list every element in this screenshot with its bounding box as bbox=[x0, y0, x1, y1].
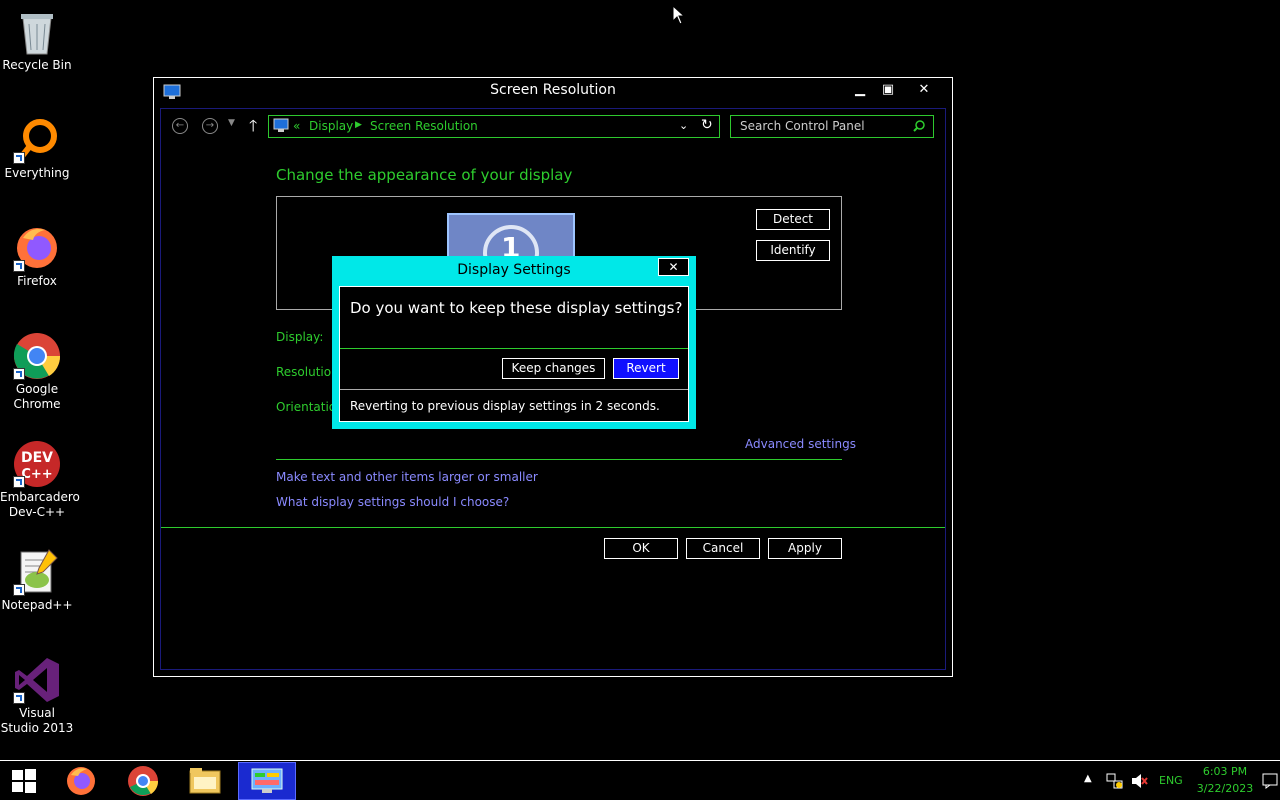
divider bbox=[276, 459, 842, 460]
desktop-icon-visual-studio[interactable]: Visual Studio 2013 bbox=[0, 656, 74, 736]
taskbar: ▲ ENG 6:03 PM 3/22/2023 bbox=[0, 760, 1280, 800]
shortcut-arrow-icon bbox=[13, 476, 25, 488]
desktop-icon-label: Firefox bbox=[17, 274, 57, 288]
revert-button[interactable]: Revert bbox=[613, 358, 679, 379]
breadcrumb-separator: « bbox=[293, 119, 301, 133]
file-explorer-icon bbox=[189, 768, 221, 794]
display-settings-dialog: Display Settings ✕ Do you want to keep t… bbox=[332, 256, 696, 429]
shortcut-arrow-icon bbox=[13, 692, 25, 704]
dialog-question: Do you want to keep these display settin… bbox=[350, 299, 683, 317]
desktop-icon-firefox[interactable]: Firefox bbox=[0, 224, 74, 289]
minimize-button[interactable]: ▁ bbox=[848, 80, 872, 100]
dialog-divider-bottom bbox=[340, 389, 688, 390]
identify-button[interactable]: Identify bbox=[756, 240, 830, 261]
start-button[interactable] bbox=[0, 761, 48, 800]
apply-button[interactable]: Apply bbox=[768, 538, 842, 559]
cancel-button[interactable]: Cancel bbox=[686, 538, 760, 559]
taskbar-control-panel[interactable] bbox=[238, 762, 296, 800]
close-button[interactable]: ✕ bbox=[912, 80, 936, 100]
desktop-icon-label: Everything bbox=[4, 166, 70, 180]
resolution-label: Resolution bbox=[276, 365, 339, 379]
control-panel-icon bbox=[251, 768, 283, 793]
dialog-divider bbox=[340, 348, 688, 349]
desktop-icon-chrome[interactable]: Google Chrome bbox=[0, 332, 74, 412]
desktop-icon-label: Visual Studio 2013 bbox=[0, 706, 74, 735]
everything-icon bbox=[13, 116, 61, 164]
taskbar-file-explorer[interactable] bbox=[176, 762, 234, 800]
maximize-button[interactable]: ▣ bbox=[876, 80, 900, 100]
firefox-icon bbox=[67, 767, 95, 795]
taskbar-firefox[interactable] bbox=[52, 762, 110, 800]
chrome-icon bbox=[128, 766, 159, 796]
desktop-icon-label: Embarcadero Dev-C++ bbox=[0, 490, 80, 519]
search-box[interactable]: Search Control Panel bbox=[730, 115, 934, 138]
shortcut-arrow-icon bbox=[13, 260, 25, 272]
ok-button[interactable]: OK bbox=[604, 538, 678, 559]
desktop-icon-devcpp[interactable]: DEV C++ Embarcadero Dev-C++ bbox=[0, 440, 80, 520]
svg-text:DEV: DEV bbox=[21, 450, 53, 466]
svg-text:C++: C++ bbox=[21, 467, 52, 482]
footer-divider bbox=[161, 527, 945, 528]
show-hidden-icons-button[interactable]: ▲ bbox=[1084, 773, 1092, 784]
dialog-body: Do you want to keep these display settin… bbox=[339, 286, 689, 422]
which-settings-link[interactable]: What display settings should I choose? bbox=[276, 495, 509, 509]
clock-time[interactable]: 6:03 PM bbox=[1195, 765, 1255, 778]
desktop-icon-label: Google Chrome bbox=[13, 382, 61, 411]
text-size-link[interactable]: Make text and other items larger or smal… bbox=[276, 470, 538, 484]
search-icon[interactable] bbox=[913, 120, 925, 132]
display-label: Display: bbox=[276, 330, 324, 344]
taskbar-chrome[interactable] bbox=[114, 762, 172, 800]
control-panel-icon bbox=[273, 118, 289, 132]
notifications-icon[interactable] bbox=[1262, 773, 1278, 789]
breadcrumb-screen-resolution[interactable]: Screen Resolution bbox=[370, 119, 478, 133]
shortcut-arrow-icon bbox=[13, 368, 25, 380]
devcpp-icon: DEV C++ bbox=[13, 440, 61, 488]
recent-pages-chevron-icon[interactable]: ▼ bbox=[228, 118, 235, 128]
keep-changes-button[interactable]: Keep changes bbox=[502, 358, 605, 379]
recycle-bin-icon bbox=[13, 8, 61, 56]
page-heading: Change the appearance of your display bbox=[276, 166, 573, 184]
network-icon[interactable] bbox=[1106, 772, 1124, 790]
advanced-settings-link[interactable]: Advanced settings bbox=[745, 437, 856, 451]
breadcrumb-display[interactable]: Display bbox=[309, 119, 353, 133]
chrome-icon bbox=[13, 332, 61, 380]
windows-logo-icon bbox=[12, 769, 36, 793]
mouse-cursor-icon bbox=[672, 5, 686, 25]
firefox-icon bbox=[13, 224, 61, 272]
breadcrumb-arrow-icon: ▶ bbox=[355, 120, 362, 130]
forward-arrow-icon[interactable]: → bbox=[202, 118, 218, 134]
dialog-title: Display Settings bbox=[457, 262, 571, 278]
address-dropdown-icon[interactable]: ⌄ bbox=[679, 119, 688, 132]
clock-date[interactable]: 3/22/2023 bbox=[1195, 782, 1255, 795]
shortcut-arrow-icon bbox=[13, 152, 25, 164]
detect-button[interactable]: Detect bbox=[756, 209, 830, 230]
visual-studio-icon bbox=[13, 656, 61, 704]
desktop-icon-notepadpp[interactable]: Notepad++ bbox=[0, 548, 74, 613]
desktop-icon-label: Recycle Bin bbox=[2, 58, 72, 72]
language-indicator[interactable]: ENG bbox=[1159, 774, 1183, 787]
desktop-icon-label: Notepad++ bbox=[1, 598, 73, 612]
window-title: Screen Resolution bbox=[490, 82, 616, 98]
back-arrow-icon[interactable]: ← bbox=[172, 118, 188, 134]
dialog-close-button[interactable]: ✕ bbox=[658, 258, 689, 276]
desktop-icon-everything[interactable]: Everything bbox=[0, 116, 74, 181]
revert-countdown-text: Reverting to previous display settings i… bbox=[350, 399, 660, 413]
search-input[interactable]: Search Control Panel bbox=[740, 119, 865, 133]
address-bar[interactable]: « Display ▶ Screen Resolution ⌄ ↻ bbox=[268, 115, 720, 138]
notepadpp-icon bbox=[13, 548, 61, 596]
up-arrow-icon[interactable]: 🡑 bbox=[249, 115, 257, 142]
shortcut-arrow-icon bbox=[13, 584, 25, 596]
volume-muted-icon[interactable] bbox=[1130, 772, 1148, 790]
refresh-icon[interactable]: ↻ bbox=[701, 117, 713, 133]
desktop-icon-recycle-bin[interactable]: Recycle Bin bbox=[0, 8, 74, 73]
